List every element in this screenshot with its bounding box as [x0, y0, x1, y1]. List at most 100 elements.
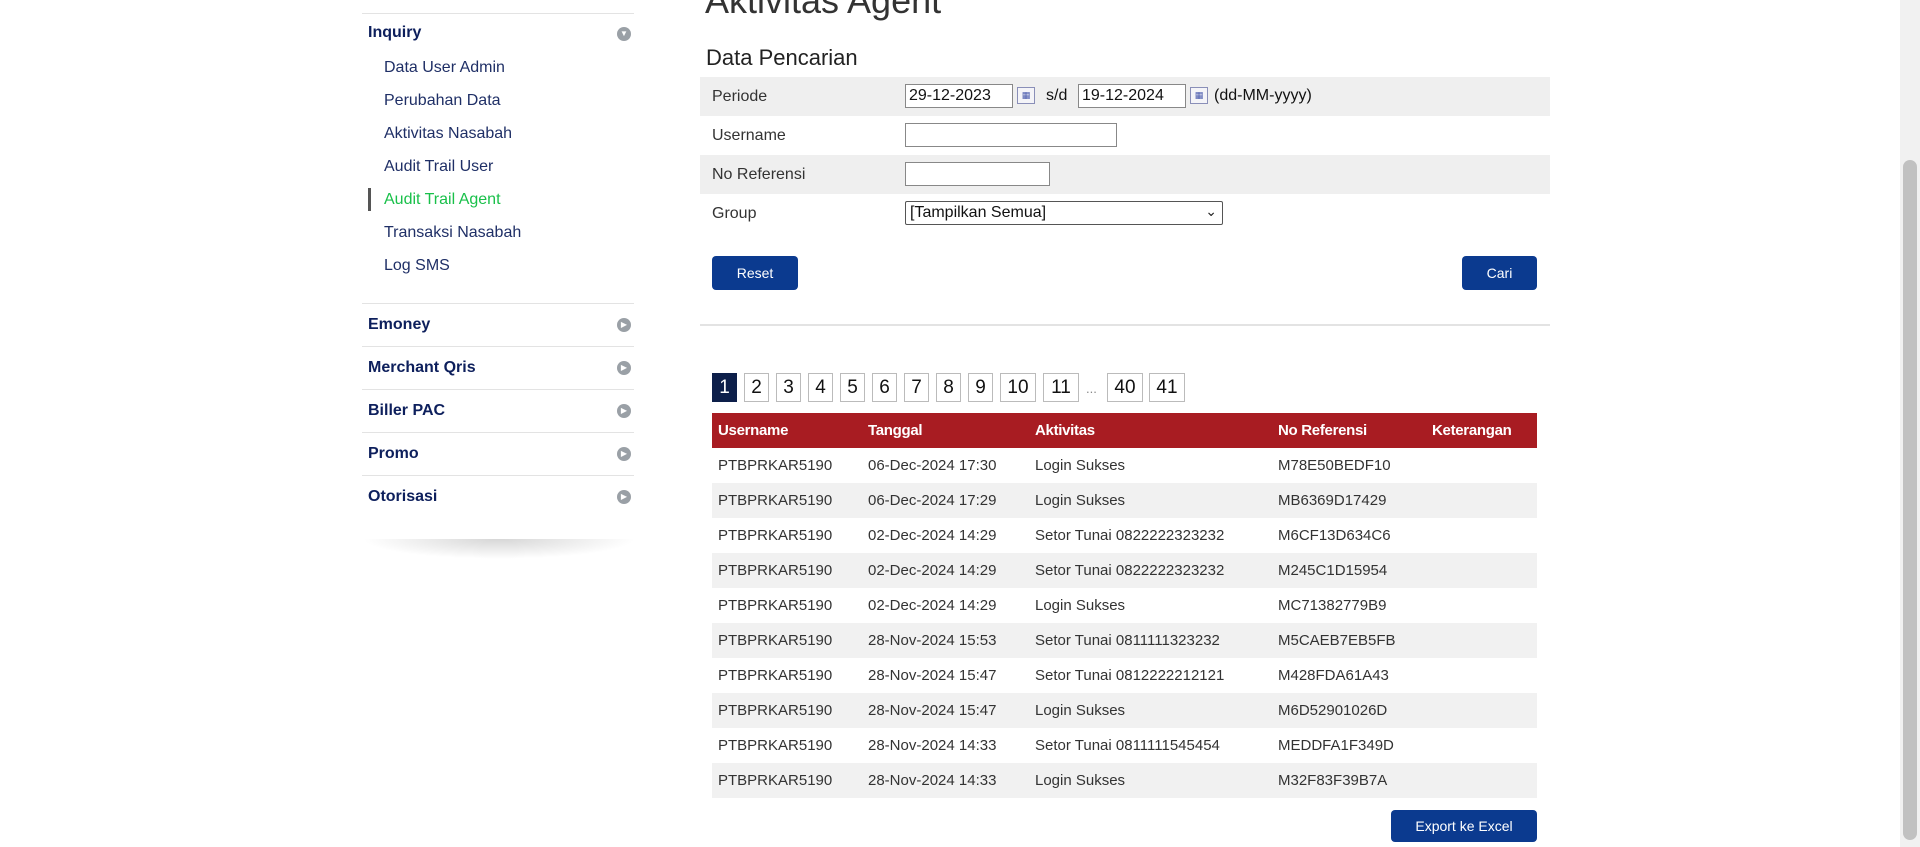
chevron-right-circle-icon[interactable]: ▶	[617, 447, 631, 461]
cell-keterangan	[1426, 588, 1537, 623]
active-indicator	[368, 188, 371, 211]
column-header-aktivitas: Aktivitas	[1029, 413, 1272, 448]
page-button-7[interactable]: 7	[904, 373, 929, 402]
search-button[interactable]: Cari	[1462, 256, 1537, 290]
cell-no-referensi: M78E50BEDF10	[1278, 457, 1391, 474]
nav-item-log-sms[interactable]: Log SMS	[384, 257, 450, 275]
column-header-username: Username	[712, 413, 862, 448]
nav-item-transaksi-nasabah[interactable]: Transaksi Nasabah	[384, 224, 521, 242]
cell-username: PTBPRKAR5190	[718, 597, 833, 614]
nav-item-perubahan-data[interactable]: Perubahan Data	[384, 92, 501, 110]
table-header-row: Username Tanggal Aktivitas No Referensi …	[712, 413, 1537, 448]
cell-keterangan	[1426, 658, 1537, 693]
group-select[interactable]: [Tampilkan Semua] ⌄	[905, 201, 1223, 225]
form-row-no-referensi: No Referensi	[700, 155, 1550, 194]
calendar-icon[interactable]: ▦	[1190, 87, 1208, 104]
nav-section-otorisasi[interactable]: Otorisasi	[368, 488, 437, 506]
table-row: PTBPRKAR5190 02-Dec-2024 14:29 Setor Tun…	[712, 518, 1537, 553]
page-button-5[interactable]: 5	[840, 373, 865, 402]
reset-button[interactable]: Reset	[712, 256, 798, 290]
date-to-input[interactable]	[1078, 84, 1186, 108]
nav-section-emoney[interactable]: Emoney	[368, 316, 430, 334]
scrollbar-thumb[interactable]	[1903, 160, 1917, 840]
calendar-icon[interactable]: ▦	[1017, 87, 1035, 104]
cell-keterangan	[1426, 763, 1537, 798]
page-button-6[interactable]: 6	[872, 373, 897, 402]
cell-keterangan	[1426, 518, 1537, 553]
table-row: PTBPRKAR5190 28-Nov-2024 15:53 Setor Tun…	[712, 623, 1537, 658]
page-button-1[interactable]: 1	[712, 373, 737, 402]
cell-tanggal: 02-Dec-2024 14:29	[862, 553, 1029, 588]
cell-username: PTBPRKAR5190	[712, 693, 862, 728]
table-row: PTBPRKAR5190 02-Dec-2024 14:29 Setor Tun…	[712, 553, 1537, 588]
cell-aktivitas: Setor Tunai 0822222323232	[1029, 553, 1272, 588]
page-button-9[interactable]: 9	[968, 373, 993, 402]
nav-section-biller-pac[interactable]: Biller PAC	[368, 402, 445, 420]
nav-section-promo[interactable]: Promo	[368, 445, 419, 463]
chevron-right-circle-icon[interactable]: ▶	[617, 318, 631, 332]
chevron-right-circle-icon[interactable]: ▶	[617, 490, 631, 504]
chevron-right-circle-icon[interactable]: ▶	[617, 404, 631, 418]
group-select-value: [Tampilkan Semua]	[910, 204, 1047, 221]
cell-no-referensi: M6CF13D634C6	[1278, 527, 1391, 544]
page-button-40[interactable]: 40	[1107, 373, 1143, 402]
form-row-group: Group [Tampilkan Semua] ⌄	[700, 194, 1550, 233]
form-row-periode: Periode ▦ s/d ▦ (dd-MM-yyyy)	[700, 77, 1550, 116]
cell-no-referensi: M428FDA61A43	[1278, 667, 1389, 684]
cell-keterangan	[1426, 553, 1537, 588]
date-format-hint: (dd-MM-yyyy)	[1214, 87, 1312, 104]
no-referensi-label: No Referensi	[712, 166, 806, 183]
page-button-41[interactable]: 41	[1149, 373, 1185, 402]
pagination-ellipsis: ...	[1086, 381, 1097, 396]
page-button-4[interactable]: 4	[808, 373, 833, 402]
divider	[362, 389, 634, 390]
cell-tanggal: 02-Dec-2024 14:29	[868, 597, 997, 614]
divider	[362, 303, 634, 304]
table-row: PTBPRKAR5190 02-Dec-2024 14:29 Login Suk…	[712, 588, 1537, 623]
group-label: Group	[712, 205, 757, 222]
table-row: PTBPRKAR5190 06-Dec-2024 17:30 Login Suk…	[712, 448, 1537, 483]
periode-label: Periode	[712, 88, 768, 105]
cell-username: PTBPRKAR5190	[712, 763, 862, 798]
export-excel-button[interactable]: Export ke Excel	[1391, 810, 1537, 842]
cell-tanggal: 06-Dec-2024 17:30	[868, 457, 997, 474]
cell-tanggal: 28-Nov-2024 14:33	[862, 763, 1029, 798]
cell-username: PTBPRKAR5190	[718, 527, 833, 544]
table-row: PTBPRKAR5190 28-Nov-2024 14:33 Login Suk…	[712, 763, 1537, 798]
divider	[362, 432, 634, 433]
nav-section-merchant-qris[interactable]: Merchant Qris	[368, 359, 476, 377]
nav-item-aktivitas-nasabah[interactable]: Aktivitas Nasabah	[384, 125, 512, 143]
page-button-3[interactable]: 3	[776, 373, 801, 402]
cell-keterangan	[1426, 448, 1537, 483]
nav-item-audit-trail-agent[interactable]: Audit Trail Agent	[384, 191, 501, 209]
page-button-11[interactable]: 11	[1043, 373, 1079, 402]
nav-item-data-user-admin[interactable]: Data User Admin	[384, 59, 505, 77]
nav-section-inquiry[interactable]: Inquiry	[368, 24, 421, 42]
chevron-right-circle-icon[interactable]: ▶	[617, 361, 631, 375]
cell-no-referensi: M5CAEB7EB5FB	[1272, 623, 1426, 658]
page-button-8[interactable]: 8	[936, 373, 961, 402]
cell-aktivitas: Login Sukses	[1029, 763, 1272, 798]
cell-tanggal: 28-Nov-2024 15:53	[862, 623, 1029, 658]
cell-tanggal: 06-Dec-2024 17:29	[862, 483, 1029, 518]
cell-keterangan	[1426, 693, 1537, 728]
page-button-10[interactable]: 10	[1000, 373, 1036, 402]
cell-no-referensi: M6D52901026D	[1272, 693, 1426, 728]
divider	[362, 13, 634, 14]
cell-aktivitas: Setor Tunai 0812222212121	[1035, 667, 1225, 684]
page-button-2[interactable]: 2	[744, 373, 769, 402]
cell-username: PTBPRKAR5190	[718, 457, 833, 474]
cell-username: PTBPRKAR5190	[718, 737, 833, 754]
sd-label: s/d	[1046, 87, 1068, 104]
date-from-input[interactable]	[905, 84, 1013, 108]
chevron-down-circle-icon[interactable]: ▼	[617, 27, 631, 41]
no-referensi-input[interactable]	[905, 162, 1050, 186]
cell-keterangan	[1426, 623, 1537, 658]
cell-tanggal: 28-Nov-2024 14:33	[868, 737, 997, 754]
cell-no-referensi: MC71382779B9	[1278, 597, 1387, 614]
username-input[interactable]	[905, 123, 1117, 147]
nav-item-audit-trail-user[interactable]: Audit Trail User	[384, 158, 493, 176]
form-row-username: Username	[700, 116, 1550, 155]
divider	[362, 346, 634, 347]
sidebar-shadow	[362, 539, 636, 559]
